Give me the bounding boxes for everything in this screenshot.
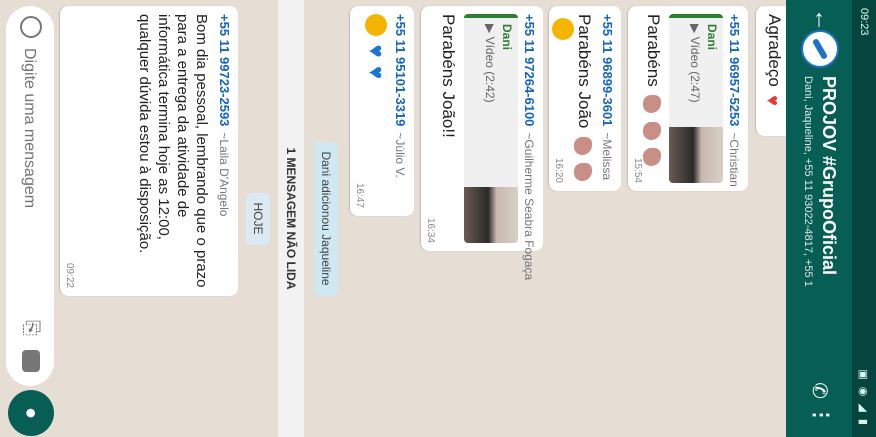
clap-icon	[643, 121, 662, 140]
clap-icon	[574, 136, 593, 155]
status-bar: 09:23 ▣ ◉ ◢ ▮	[852, 0, 876, 437]
more-vert-icon[interactable]: ⋮	[809, 405, 834, 425]
message-bubble[interactable]: +55 11 95101-3319~Júlio V. ♥ ♥ 16:47	[350, 6, 414, 216]
message-time: 16:20	[553, 157, 564, 183]
message-bubble[interactable]: +55 11 97264-6100~Guilherme Seabra Fogaç…	[421, 6, 543, 280]
clap-icon	[643, 95, 662, 114]
chat-header[interactable]: ← PROJOV #GrupoOficial Dani, Jaqueline, …	[786, 0, 852, 437]
group-members[interactable]: Dani, Jaqueline, +55 11 93022-4817, +55 …	[802, 76, 814, 336]
sender-phone[interactable]: +55 11 96957-5253~Christian	[727, 14, 742, 187]
video-thumbnail	[669, 127, 723, 183]
laughing-emoji-icon	[365, 14, 387, 36]
phone-screen: 09:23 ▣ ◉ ◢ ▮ ← PROJOV #GrupoOficial Dan…	[0, 0, 876, 437]
status-icons: ▣ ◉ ◢ ▮	[857, 369, 869, 427]
message-text: Bom dia pessoal, lembrando que o prazo p…	[136, 14, 210, 288]
blue-heart-icon: ♥	[364, 44, 389, 58]
message-composer[interactable]: ⎘	[6, 6, 54, 386]
message-time: 09:22	[64, 262, 75, 288]
message-bubble[interactable]: +55 11 96957-5253~Christian Dani ▶ Vídeo…	[628, 6, 748, 191]
clap-icon	[643, 148, 662, 167]
message-input[interactable]	[16, 46, 42, 270]
mic-icon[interactable]: ●	[8, 390, 54, 436]
sender-name: ~Laila D'Angelo	[217, 132, 231, 217]
sender-phone[interactable]: +55 11 97264-6100~Guilherme Seabra Fogaç…	[522, 14, 537, 280]
status-time: 09:23	[858, 8, 870, 36]
emoji-icon[interactable]	[20, 16, 42, 38]
blue-heart-icon: ♥	[364, 65, 389, 80]
sender-phone[interactable]: +55 11 95101-3319~Júlio V.	[393, 14, 408, 208]
red-heart-icon: ♥	[763, 95, 784, 106]
camera-icon[interactable]	[22, 350, 40, 372]
sender-phone[interactable]: +55 11 96899-3601~Melissa	[600, 14, 615, 183]
message-bubble[interactable]: +55 11 96899-3601~Melissa Parabéns João …	[549, 6, 621, 191]
message-text: Parabéns João!!	[439, 14, 458, 138]
add-call-icon[interactable]: ✆	[807, 382, 832, 399]
message-bubble[interactable]: Agradeço ♥	[756, 6, 786, 136]
message-text: Parabéns	[644, 14, 663, 87]
quoted-message[interactable]: Dani ▶ Vídeo (2:42)	[464, 14, 518, 243]
message-time: 15:54	[632, 157, 643, 183]
video-thumbnail	[464, 187, 518, 243]
message-text: Parabéns João	[575, 14, 594, 129]
clap-icon	[574, 163, 593, 182]
sender-name: ~Guilherme Seabra Fogaça	[522, 132, 536, 281]
date-divider: HOJE	[246, 192, 270, 245]
sender-name: ~Melissa	[600, 132, 614, 181]
back-arrow-icon[interactable]: ←	[808, 8, 836, 32]
sender-phone[interactable]: +55 11 99723-2593~Laila D'Angelo	[217, 14, 232, 288]
sender-name: ~Christian	[727, 132, 741, 187]
quoted-message[interactable]: Dani ▶ Vídeo (2:47)	[669, 14, 723, 183]
unread-banner: 1 MENSAGEM NÃO LIDA	[278, 0, 304, 437]
group-title[interactable]: PROJOV #GrupoOficial	[818, 76, 839, 275]
system-added-notice: Dani adicionou Jaqueline	[314, 141, 338, 296]
sender-name: ~Júlio V.	[393, 132, 407, 178]
message-text: Agradeço	[765, 14, 784, 87]
group-avatar[interactable]	[801, 30, 839, 68]
message-bubble[interactable]: +55 11 99723-2593~Laila D'Angelo Bom dia…	[60, 6, 238, 296]
message-time: 16:34	[425, 217, 436, 243]
smile-emoji-icon	[552, 18, 574, 40]
message-time: 16:47	[354, 182, 365, 208]
attach-icon[interactable]: ⎘	[19, 320, 42, 336]
